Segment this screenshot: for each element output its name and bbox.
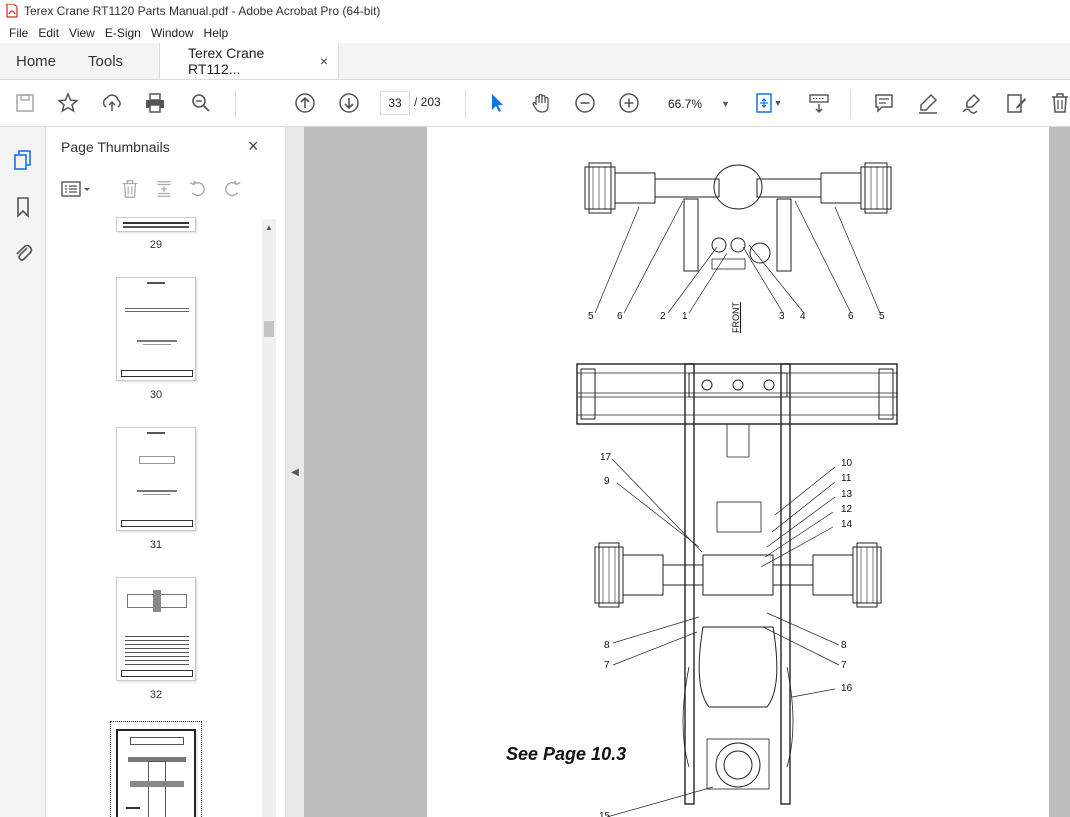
toolbar-separator <box>465 90 466 118</box>
page-thumbnail[interactable] <box>116 577 196 681</box>
callout-label: 12 <box>841 504 853 515</box>
page-number-input[interactable]: 33 <box>380 91 410 115</box>
page-thumbnail[interactable] <box>116 217 196 232</box>
scroll-mode-icon[interactable] <box>806 90 832 116</box>
delete-page-icon[interactable] <box>118 177 142 201</box>
tab-bar: Home Tools Terex Crane RT112... × <box>0 43 1070 80</box>
callout-label: 5 <box>588 311 594 322</box>
thumbnail-options-icon[interactable] <box>60 177 94 201</box>
menu-help[interactable]: Help <box>199 26 234 40</box>
callout-label: 9 <box>604 476 610 487</box>
callout-label: 10 <box>841 458 853 469</box>
collapse-panel-handle[interactable]: ◀ <box>286 127 304 817</box>
sign-icon[interactable] <box>959 90 985 116</box>
thumbnail-scrollbar[interactable]: ▲ <box>262 219 276 817</box>
star-icon[interactable] <box>55 90 81 116</box>
document-viewer[interactable]: 5 6 2 1 3 4 6 5 FRONT 17 9 10 11 13 12 1… <box>304 127 1070 817</box>
tab-document[interactable]: Terex Crane RT112... × <box>159 43 340 79</box>
left-navigation-rail <box>0 127 46 817</box>
highlight-pen-icon[interactable] <box>915 90 941 116</box>
callout-label: 17 <box>600 452 612 463</box>
front-label: FRONT <box>731 302 741 333</box>
page-thumbnail[interactable] <box>116 427 196 531</box>
callout-label: 14 <box>841 519 853 530</box>
callout-label: 16 <box>841 683 853 694</box>
callout-label: 15 <box>599 811 611 817</box>
page-thumbnails-icon[interactable] <box>10 147 36 173</box>
chevron-down-icon: ▼ <box>721 99 730 109</box>
callout-label: 8 <box>604 640 610 651</box>
chevron-left-icon: ◀ <box>291 466 299 478</box>
page-thumbnail-current[interactable] <box>116 729 196 817</box>
callout-label: 3 <box>779 311 785 322</box>
hand-icon[interactable] <box>528 90 554 116</box>
callout-label: 6 <box>848 311 854 322</box>
callout-label: 8 <box>841 640 847 651</box>
acrobat-pdf-icon <box>6 4 18 18</box>
thumbnail-toolbar <box>56 175 276 203</box>
scroll-up-icon[interactable]: ▲ <box>265 223 273 232</box>
toolbar: 33 / 203 66.7% ▼ ▼ <box>0 80 1070 127</box>
menu-window[interactable]: Window <box>146 26 199 40</box>
callout-label: 4 <box>800 311 806 322</box>
zoom-level-value: 66.7% <box>668 97 703 111</box>
menu-esign[interactable]: E-Sign <box>100 26 146 40</box>
page-up-icon[interactable] <box>292 90 318 116</box>
callout-label: 13 <box>841 489 853 500</box>
attachment-icon[interactable] <box>10 240 36 266</box>
toolbar-separator <box>850 90 851 118</box>
thumbnail-label: 32 <box>149 689 163 701</box>
print-icon[interactable] <box>142 90 168 116</box>
page-total: / 203 <box>414 95 441 109</box>
zoom-search-icon[interactable] <box>188 90 214 116</box>
close-tab-icon[interactable]: × <box>320 53 328 69</box>
callout-label: 1 <box>682 311 688 322</box>
frame-rail-right <box>780 363 791 805</box>
callout-label: 11 <box>841 473 852 484</box>
rotate-left-icon[interactable] <box>186 177 210 201</box>
see-page-note: See Page 10.3 <box>506 744 627 764</box>
zoom-in-icon[interactable] <box>616 90 642 116</box>
callout-label: 5 <box>879 311 885 322</box>
tab-tools[interactable]: Tools <box>72 43 139 79</box>
thumbnail-list: 29 30 31 32 <box>46 217 276 817</box>
window-title: Terex Crane RT1120 Parts Manual.pdf - Ad… <box>24 4 381 18</box>
pdf-page: 5 6 2 1 3 4 6 5 FRONT 17 9 10 11 13 12 1… <box>427 127 1049 817</box>
chevron-down-icon[interactable]: ▼ <box>772 90 784 116</box>
panel-title: Page Thumbnails <box>61 139 170 155</box>
thumbnail-label: 31 <box>149 539 163 551</box>
zoom-level-dropdown[interactable]: 66.7% ▼ <box>660 93 730 115</box>
page-thumbnails-panel: Page Thumbnails × 29 30 31 32 ▲ <box>46 127 286 817</box>
bookmark-icon[interactable] <box>10 194 36 220</box>
thumbnail-label: 30 <box>149 389 163 401</box>
callout-label: 7 <box>604 660 610 671</box>
title-bar: Terex Crane RT1120 Parts Manual.pdf - Ad… <box>0 0 1070 22</box>
page-thumbnail[interactable] <box>116 277 196 381</box>
rotate-right-icon[interactable] <box>220 177 244 201</box>
save-icon[interactable] <box>12 90 38 116</box>
axle-frame-drawing <box>576 162 898 817</box>
select-arrow-icon[interactable] <box>484 90 510 116</box>
insert-page-icon[interactable] <box>152 177 176 201</box>
menu-file[interactable]: File <box>4 26 33 40</box>
delete-icon[interactable] <box>1047 90 1070 116</box>
callout-label: 7 <box>841 660 847 671</box>
frame-rail-left <box>684 363 695 805</box>
close-panel-icon[interactable]: × <box>248 136 259 157</box>
menu-view[interactable]: View <box>64 26 100 40</box>
callout-label: 2 <box>660 311 666 322</box>
thumbnail-label: 29 <box>149 239 163 251</box>
scrollbar-thumb[interactable] <box>264 321 274 337</box>
page-down-icon[interactable] <box>336 90 362 116</box>
document-tab-label: Terex Crane RT112... <box>188 45 265 77</box>
zoom-out-icon[interactable] <box>572 90 598 116</box>
toolbar-separator <box>235 90 236 118</box>
menu-edit[interactable]: Edit <box>33 26 64 40</box>
menu-bar: File Edit View E-Sign Window Help <box>0 22 1070 43</box>
fill-sign-icon[interactable] <box>1003 90 1029 116</box>
callout-label: 6 <box>617 311 623 322</box>
tab-home[interactable]: Home <box>0 43 72 79</box>
upload-icon[interactable] <box>99 90 125 116</box>
comment-icon[interactable] <box>871 90 897 116</box>
